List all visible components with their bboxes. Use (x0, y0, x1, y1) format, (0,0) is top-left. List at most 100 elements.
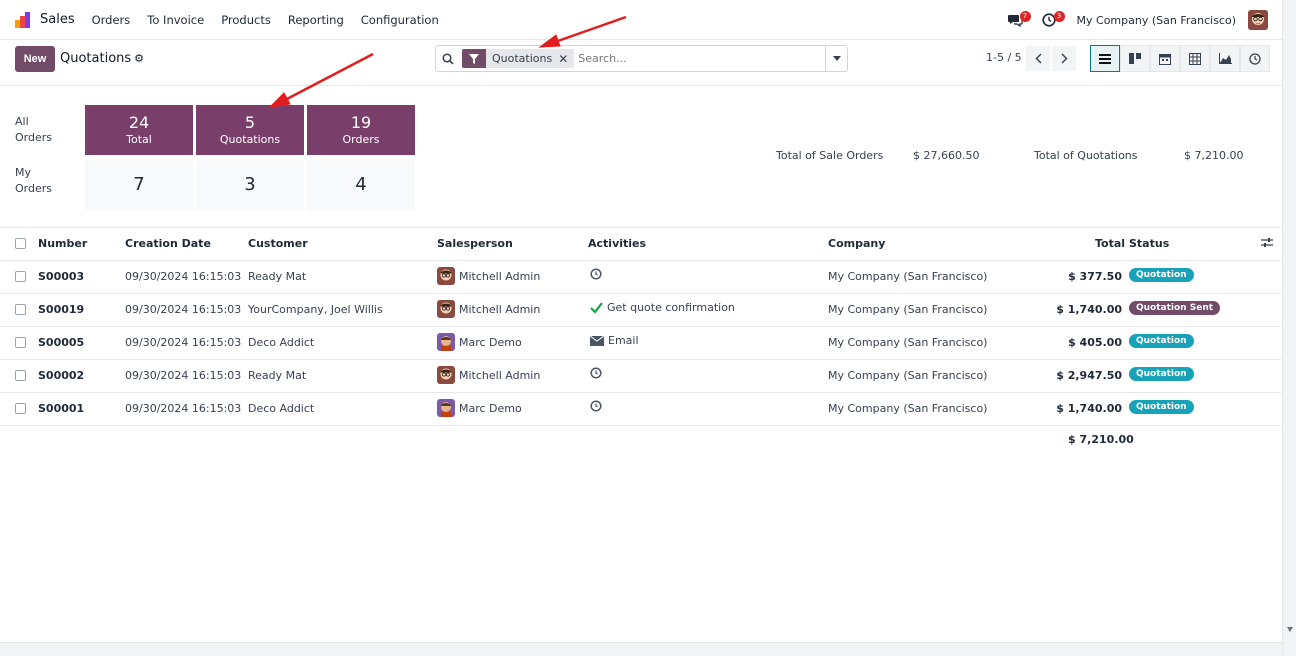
sum-total: $ 7,210.00 (1068, 433, 1134, 446)
company-name: My Company (San Francisco) (828, 270, 988, 283)
gear-icon[interactable]: ⚙ (134, 52, 144, 65)
order-number: S00001 (38, 402, 85, 415)
column-number[interactable]: Number (38, 237, 87, 250)
activity-cell[interactable] (590, 268, 606, 280)
salesperson-name: Mitchell Admin (459, 269, 541, 283)
table-row[interactable]: S00001 09/30/2024 16:15:03 Deco Addict Marc… (0, 393, 1281, 426)
salesperson[interactable]: Marc Demo (437, 333, 522, 351)
salesperson-name: Marc Demo (459, 401, 522, 415)
messages-button[interactable]: 7 (1005, 10, 1031, 30)
calendar-view-button[interactable] (1150, 45, 1180, 72)
search-icon (436, 52, 460, 65)
table-row[interactable]: S00002 09/30/2024 16:15:03 Ready Mat Mitche… (0, 360, 1281, 393)
row-checkbox[interactable] (15, 304, 26, 315)
creation-date: 09/30/2024 16:15:03 (125, 402, 242, 415)
table-header: Number Creation Date Customer Salesperso… (0, 227, 1281, 261)
activity-cell[interactable] (590, 400, 606, 412)
total-sale-orders-value: $ 27,660.50 (913, 149, 980, 162)
horizontal-scrollbar[interactable] (0, 642, 1282, 656)
view-switcher (1090, 45, 1270, 72)
tile-all-quotations[interactable]: 5 Quotations (196, 105, 304, 155)
column-customer[interactable]: Customer (248, 237, 308, 250)
sales-app-icon[interactable] (15, 11, 31, 28)
app-name[interactable]: Sales (40, 12, 75, 27)
remove-facet-icon[interactable]: ✕ (558, 49, 575, 68)
menu-configuration[interactable]: Configuration (361, 13, 439, 27)
graph-view-button[interactable] (1210, 45, 1240, 72)
menu-to-invoice[interactable]: To Invoice (147, 13, 204, 27)
order-total: $ 405.00 (1068, 336, 1122, 349)
pivot-view-button[interactable] (1180, 45, 1210, 72)
column-company[interactable]: Company (828, 237, 885, 250)
control-panel: New Quotations ⚙ Quotations ✕ 1-5 / 5 (0, 40, 1282, 86)
kanban-view-button[interactable] (1120, 45, 1150, 72)
activity-cell[interactable] (590, 367, 606, 379)
column-salesperson[interactable]: Salesperson (437, 237, 513, 250)
order-number: S00019 (38, 303, 85, 316)
tile-label: Quotations (219, 133, 281, 146)
row-checkbox[interactable] (15, 337, 26, 348)
activity-summary: Email (608, 334, 639, 347)
vertical-scrollbar[interactable] (1282, 0, 1296, 656)
company-switcher[interactable]: My Company (San Francisco) (1077, 14, 1236, 27)
column-activities[interactable]: Activities (588, 237, 646, 250)
column-status[interactable]: Status (1129, 237, 1169, 250)
activity-cell[interactable]: Get quote confirmation (590, 301, 735, 314)
menu-reporting[interactable]: Reporting (288, 13, 344, 27)
graph-view-icon (1218, 53, 1232, 64)
column-creation-date[interactable]: Creation Date (125, 237, 211, 250)
activities-button[interactable]: 3 (1039, 10, 1065, 30)
select-all-checkbox[interactable] (15, 238, 26, 249)
salesperson[interactable]: Mitchell Admin (437, 300, 540, 318)
pager-next-button[interactable] (1052, 46, 1076, 71)
search-options-toggle[interactable] (825, 46, 847, 71)
tile-my-total[interactable]: 7 (85, 160, 193, 210)
salesperson-name: Marc Demo (459, 335, 522, 349)
table-row[interactable]: S00019 09/30/2024 16:15:03 YourCompany, Jo… (0, 294, 1281, 327)
chevron-right-icon (1061, 53, 1067, 64)
tile-my-quotations[interactable]: 3 (196, 160, 304, 210)
activity-cell[interactable]: Email (590, 334, 639, 347)
total-quotations-value: $ 7,210.00 (1184, 149, 1244, 162)
tile-my-orders[interactable]: 4 (307, 160, 415, 210)
creation-date: 09/30/2024 16:15:03 (125, 270, 242, 283)
row-checkbox[interactable] (15, 403, 26, 414)
user-avatar[interactable] (1248, 10, 1268, 30)
all-orders-label: All Orders (15, 115, 52, 144)
tile-value: 7 (133, 174, 145, 195)
table-row[interactable]: S00003 09/30/2024 16:15:03 Ready Mat Mitche… (0, 261, 1281, 294)
row-checkbox[interactable] (15, 271, 26, 282)
activity-view-button[interactable] (1240, 45, 1270, 72)
total-sale-orders-label: Total of Sale Orders (776, 149, 884, 162)
salesperson[interactable]: Mitchell Admin (437, 366, 540, 384)
activity-summary: Get quote confirmation (607, 301, 735, 314)
tile-all-total[interactable]: 24 Total (85, 105, 193, 155)
row-checkbox[interactable] (15, 370, 26, 381)
chevron-left-icon (1035, 53, 1041, 64)
clock-icon (590, 367, 602, 379)
status-badge: Quotation Sent (1129, 301, 1221, 315)
pager-value[interactable]: 1-5 / 5 (986, 51, 1022, 64)
salesperson[interactable]: Mitchell Admin (437, 267, 540, 285)
menu-orders[interactable]: Orders (92, 13, 131, 27)
optional-columns-icon[interactable] (1261, 237, 1273, 251)
tile-all-orders[interactable]: 19 Orders (307, 105, 415, 155)
status-badge: Quotation (1129, 367, 1194, 381)
pager-previous-button[interactable] (1026, 46, 1050, 71)
scroll-down-icon (1287, 627, 1293, 632)
column-total[interactable]: Total (1095, 237, 1125, 250)
order-total: $ 1,740.00 (1056, 402, 1122, 415)
filter-facet[interactable]: Quotations ✕ (462, 49, 575, 68)
search-input[interactable] (578, 52, 819, 65)
order-number: S00005 (38, 336, 85, 349)
salesperson-name: Mitchell Admin (459, 302, 541, 316)
menu-products[interactable]: Products (221, 13, 271, 27)
pivot-view-icon (1189, 52, 1201, 65)
new-button[interactable]: New (15, 46, 55, 72)
list-view-button[interactable] (1090, 45, 1120, 72)
avatar (437, 300, 455, 318)
messages-badge: 7 (1019, 11, 1031, 22)
salesperson[interactable]: Marc Demo (437, 399, 522, 417)
facet-label: Quotations (486, 49, 559, 68)
table-row[interactable]: S00005 09/30/2024 16:15:03 Deco Addict Marc… (0, 327, 1281, 360)
